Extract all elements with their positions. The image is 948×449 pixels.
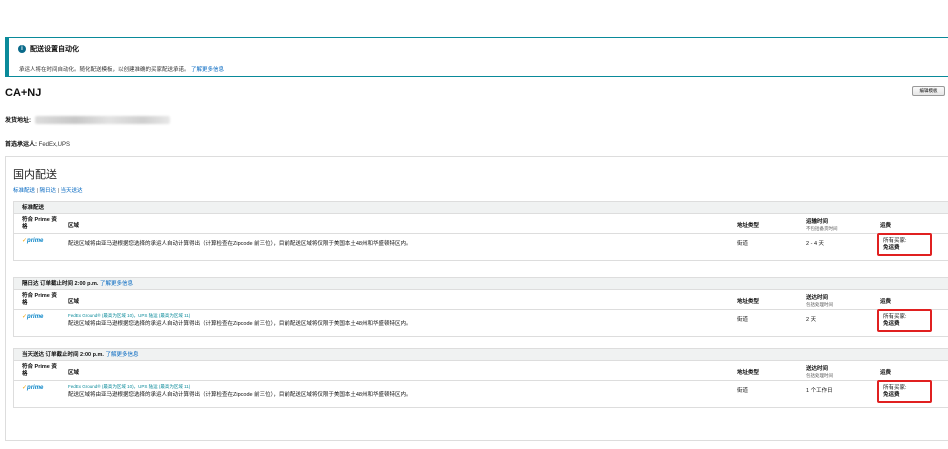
prime-text: prime bbox=[27, 238, 44, 244]
table-row: ✓prime FedEx Ground® (最高为区域 10)，UPS 陆运 (… bbox=[14, 309, 948, 336]
carrier-value: FedEx,UPS bbox=[38, 142, 71, 148]
column-header-row: 符合 Prime 资格 区域 地址类型 送达时间 包括处理时间 运费 bbox=[14, 290, 948, 310]
col-time: 运输时间 不包括备货时间 bbox=[806, 217, 838, 232]
prime-text: prime bbox=[27, 385, 44, 391]
address-type-value: 街道 bbox=[737, 241, 749, 247]
section-standard: 标准配送 符合 Prime 资格 区域 地址类型 运输时间 不包括备货时间 运费… bbox=[13, 201, 948, 261]
automation-alert: i 配送设置自动化 承运人将在时间自动化。随化配送模板，以创建准确的买家配送承诺… bbox=[5, 37, 948, 77]
table-row: ✓prime 配送区域将由亚马逊根据您选择的承运人自动计算得出（计算检查在Zip… bbox=[14, 233, 948, 260]
fee-free: 免运费 bbox=[883, 392, 900, 398]
section-two-day: 隔日达 订单截止时间 2:00 p.m. 了解更多信息 符合 Prime 资格 … bbox=[13, 277, 948, 337]
shipping-fee-box: 所有买家: 免运费 bbox=[877, 309, 932, 332]
address-type-value: 街道 bbox=[737, 388, 749, 394]
col-time: 送达时间 包括处理时间 bbox=[806, 293, 833, 308]
fee-buyers: 所有买家: bbox=[883, 238, 907, 244]
fee-free: 免运费 bbox=[883, 321, 900, 327]
column-header-row: 符合 Prime 资格 区域 地址类型 运输时间 不包括备货时间 运费 bbox=[14, 214, 948, 234]
section-title: 标准配送 bbox=[14, 202, 948, 214]
domestic-heading: 国内配送 bbox=[13, 169, 57, 181]
section-title-text: 标准配送 bbox=[22, 205, 45, 211]
nav-two-day-link[interactable]: 隔日达 bbox=[40, 188, 57, 194]
nav-same-day-link[interactable]: 当天送达 bbox=[61, 188, 83, 194]
fee-free: 免运费 bbox=[883, 245, 900, 251]
section-learn-more-link[interactable]: 了解更多信息 bbox=[105, 352, 138, 358]
transit-time-value: 2 - 4 天 bbox=[806, 241, 825, 247]
address-type-value: 街道 bbox=[737, 317, 749, 323]
col-region: 区域 bbox=[68, 223, 80, 229]
col-prime: 符合 Prime 资格 bbox=[22, 364, 57, 377]
fee-buyers: 所有买家: bbox=[883, 314, 907, 320]
prime-badge: ✓prime bbox=[22, 384, 43, 391]
col-address-type: 地址类型 bbox=[737, 370, 760, 376]
alert-learn-more-link[interactable]: 了解更多信息 bbox=[191, 67, 224, 73]
section-title: 当天送达 订单截止时间 2:00 p.m. 了解更多信息 bbox=[14, 349, 948, 361]
col-fee: 运费 bbox=[880, 223, 892, 229]
ship-from-label: 发货地址: bbox=[5, 118, 31, 124]
alert-title-text: 配送设置自动化 bbox=[30, 46, 79, 53]
shipping-speed-nav: 标准配送 | 隔日达 | 当天送达 bbox=[13, 188, 83, 194]
section-title-text: 隔日达 订单截止时间 2:00 p.m. bbox=[22, 281, 99, 287]
section-same-day: 当天送达 订单截止时间 2:00 p.m. 了解更多信息 符合 Prime 资格… bbox=[13, 348, 948, 408]
redacted-address bbox=[35, 115, 170, 124]
col-prime: 符合 Prime 资格 bbox=[22, 217, 57, 230]
shipping-fee-box: 所有买家: 免运费 bbox=[877, 233, 932, 256]
domestic-shipping-panel: 国内配送 标准配送 | 隔日达 | 当天送达 标准配送 符合 Prime 资格 … bbox=[5, 156, 948, 441]
fee-buyers: 所有买家: bbox=[883, 385, 907, 391]
col-time: 送达时间 包括处理时间 bbox=[806, 364, 833, 379]
template-name: CA+NJ bbox=[5, 87, 42, 99]
transit-time-value: 2 天 bbox=[806, 317, 817, 323]
col-region: 区域 bbox=[68, 299, 80, 305]
region-text: 配送区域将由亚马逊根据您选择的承运人自动计算得出（计算检查在Zipcode 前三… bbox=[68, 392, 412, 398]
nav-standard-link[interactable]: 标准配送 bbox=[13, 188, 35, 194]
alert-title: i 配送设置自动化 bbox=[18, 44, 79, 54]
carrier-label: 首选承运人: bbox=[5, 142, 37, 148]
region-cell: FedEx Ground® (最高为区域 10)，UPS 陆运 (最高为区域 1… bbox=[68, 384, 718, 398]
table-row: ✓prime FedEx Ground® (最高为区域 10)，UPS 陆运 (… bbox=[14, 380, 948, 407]
ship-from-address: 发货地址: bbox=[5, 115, 170, 124]
section-title: 隔日达 订单截止时间 2:00 p.m. 了解更多信息 bbox=[14, 278, 948, 290]
region-text: 配送区域将由亚马逊根据您选择的承运人自动计算得出（计算检查在Zipcode 前三… bbox=[68, 321, 412, 327]
col-address-type: 地址类型 bbox=[737, 299, 760, 305]
col-time-sub: 包括处理时间 bbox=[806, 373, 833, 378]
carrier-note: FedEx Ground® (最高为区域 10)，UPS 陆运 (最高为区域 1… bbox=[68, 313, 191, 318]
transit-time-value: 1 个工作日 bbox=[806, 388, 833, 394]
alert-description: 承运人将在时间自动化。随化配送模板，以创建准确的买家配送承诺。 了解更多信息 bbox=[19, 65, 224, 73]
col-address-type: 地址类型 bbox=[737, 223, 760, 229]
prime-badge: ✓prime bbox=[22, 237, 43, 244]
col-time-label: 送达时间 bbox=[806, 366, 829, 372]
col-fee: 运费 bbox=[880, 370, 892, 376]
col-time-sub: 不包括备货时间 bbox=[806, 226, 838, 231]
col-time-label: 送达时间 bbox=[806, 295, 829, 301]
prime-badge: ✓prime bbox=[22, 313, 43, 320]
region-cell: FedEx Ground® (最高为区域 10)，UPS 陆运 (最高为区域 1… bbox=[68, 313, 718, 327]
section-title-text: 当天送达 订单截止时间 2:00 p.m. bbox=[22, 352, 104, 358]
info-icon: i bbox=[18, 45, 26, 53]
col-time-label: 运输时间 bbox=[806, 219, 829, 225]
col-fee: 运费 bbox=[880, 299, 892, 305]
col-prime: 符合 Prime 资格 bbox=[22, 293, 57, 306]
alert-description-text: 承运人将在时间自动化。随化配送模板，以创建准确的买家配送承诺。 bbox=[19, 67, 190, 73]
prime-text: prime bbox=[27, 314, 44, 320]
edit-template-button[interactable]: 编辑模板 bbox=[912, 86, 945, 96]
col-region: 区域 bbox=[68, 370, 80, 376]
shipping-fee-box: 所有买家: 免运费 bbox=[877, 380, 932, 403]
carrier-note: FedEx Ground® (最高为区域 10)，UPS 陆运 (最高为区域 1… bbox=[68, 384, 191, 389]
column-header-row: 符合 Prime 资格 区域 地址类型 送达时间 包括处理时间 运费 bbox=[14, 361, 948, 381]
region-text: 配送区域将由亚马逊根据您选择的承运人自动计算得出（计算检查在Zipcode 前三… bbox=[68, 241, 412, 247]
section-learn-more-link[interactable]: 了解更多信息 bbox=[100, 281, 133, 287]
col-time-sub: 包括处理时间 bbox=[806, 302, 833, 307]
preferred-carrier: 首选承运人: FedEx,UPS bbox=[5, 139, 70, 148]
